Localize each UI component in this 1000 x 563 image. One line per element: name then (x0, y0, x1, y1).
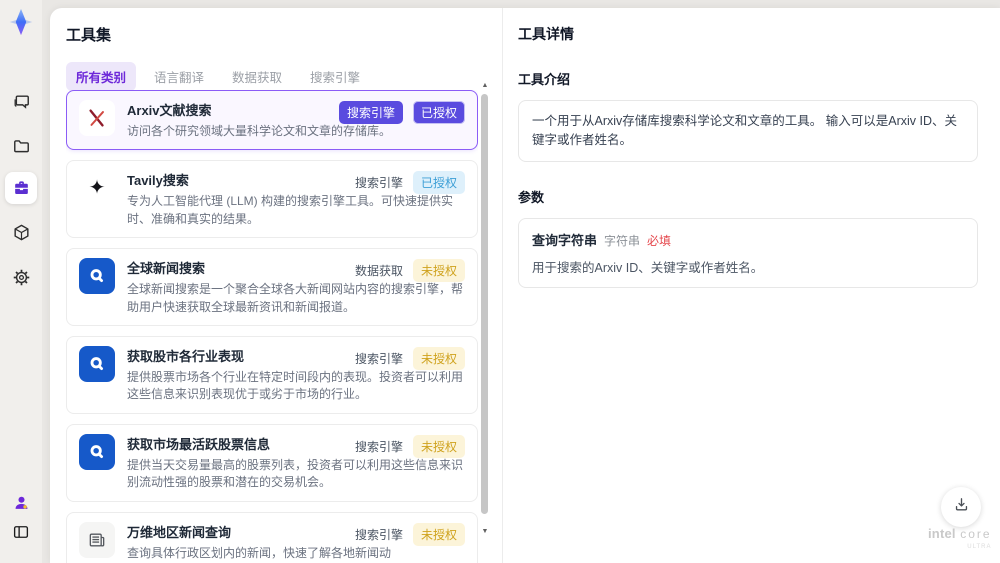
newspaper-icon (79, 521, 115, 558)
main-panel: 工具集 所有类别 语言翻译 数据获取 搜索引擎 Arxiv文献搜索 访问各个研究… (50, 8, 1000, 563)
tool-list: Arxiv文献搜索 访问各个研究领域大量科学论文和文章的存储库。 搜索引擎 已授… (66, 90, 478, 563)
download-icon (953, 496, 970, 518)
tool-description: 全球新闻搜索是一个聚合全球各大新闻网站内容的搜索引擎，帮助用户快速获取全球最新资… (127, 282, 464, 314)
download-button[interactable] (941, 487, 981, 527)
intel-core-logo: intel core ULTRA (928, 525, 992, 550)
auth-status-badge: 已授权 (412, 171, 465, 195)
tavily-star-icon: ✦ (79, 170, 115, 207)
intro-heading: 工具介绍 (518, 72, 571, 87)
param-description: 用于搜索的Arxiv ID、关键字或作者姓名。 (532, 260, 764, 275)
sidebar-item-tools[interactable] (5, 172, 37, 204)
param-type: 字符串 (604, 233, 641, 248)
arxiv-logo-icon (79, 100, 115, 136)
auth-status-badge: 未授权 (412, 346, 465, 370)
sidebar-item-settings[interactable] (5, 261, 37, 293)
folder-icon (12, 137, 31, 156)
sidebar-item-account[interactable] (5, 486, 37, 518)
chat-icon (12, 93, 31, 112)
scrollbar-thumb[interactable] (481, 94, 488, 514)
app-logo-icon (6, 7, 36, 37)
tool-card-tavily[interactable]: ✦ Tavily搜索 专为人工智能代理 (LLM) 构建的搜索引擎工具。可快速提… (66, 160, 478, 239)
sidebar-item-panel-toggle[interactable] (5, 516, 37, 548)
ultra-logo-text: ULTRA (967, 544, 992, 550)
category-label: 搜索引擎 (354, 527, 403, 542)
tab-language-translation[interactable]: 语言翻译 (144, 62, 214, 91)
tool-card-active-stocks[interactable]: 获取市场最活跃股票信息 提供当天交易量最高的股票列表，投资者可以利用这些信息来识… (66, 423, 478, 502)
search-logo-icon (79, 345, 115, 382)
params-heading: 参数 (518, 189, 545, 205)
category-label: 搜索引擎 (354, 351, 403, 366)
briefcase-icon (12, 179, 31, 198)
core-logo-text: core (960, 527, 992, 541)
sidebar-item-models[interactable] (5, 216, 37, 248)
tool-description: 提供股票市场各个行业在特定时间段内的表现。投资者可以利用这些信息来识别表现优于或… (127, 369, 464, 402)
gear-icon (12, 268, 31, 287)
category-badge: 搜索引擎 (338, 101, 403, 124)
tool-card-sector-performance[interactable]: 获取股市各行业表现 提供股票市场各个行业在特定时间段内的表现。投资者可以利用这些… (66, 335, 478, 414)
page-title: 工具集 (66, 27, 112, 44)
intel-logo-text: intel (928, 526, 956, 541)
tool-card-regional-news[interactable]: 万维地区新闻查询 查询具体行政区划内的新闻，快速了解各地新闻动 搜索引擎 未授权 (66, 511, 478, 563)
scroll-down-arrow-icon[interactable]: ▼ (481, 528, 489, 536)
search-logo-icon (79, 258, 115, 295)
cube-icon (12, 223, 31, 242)
category-tabs: 所有类别 语言翻译 数据获取 搜索引擎 (66, 62, 370, 91)
tool-description: 提供当天交易量最高的股票列表，投资者可以利用这些信息来识别流动性强的股票和潜在的… (127, 457, 464, 490)
sidebar-item-chat[interactable] (5, 86, 37, 118)
list-scrollbar[interactable]: ▲ ▼ (479, 82, 491, 552)
tab-data-acquisition[interactable]: 数据获取 (222, 62, 292, 91)
scroll-up-arrow-icon[interactable]: ▲ (481, 82, 489, 90)
category-label: 搜索引擎 (354, 176, 403, 191)
param-box: 查询字符串 字符串 必填 用于搜索的Arxiv ID、关键字或作者姓名。 (518, 217, 978, 288)
tool-description: 查询具体行政区划内的新闻，快速了解各地新闻动 (127, 545, 392, 560)
auth-status-badge: 未授权 (412, 522, 465, 546)
user-icon (12, 493, 31, 512)
tool-description: 专为人工智能代理 (LLM) 构建的搜索引擎工具。可快速提供实时、准确和真实的结… (127, 194, 454, 226)
detail-title: 工具详情 (518, 26, 574, 42)
panel-toggle-icon (12, 523, 30, 541)
tool-description: 访问各个研究领域大量科学论文和文章的存储库。 (127, 124, 392, 138)
tool-detail-panel: 工具详情 工具介绍 一个用于从Arxiv存储库搜索科学论文和文章的工具。 输入可… (503, 8, 1000, 563)
search-logo-icon (79, 433, 115, 470)
tool-list-panel: 工具集 所有类别 语言翻译 数据获取 搜索引擎 Arxiv文献搜索 访问各个研究… (50, 8, 502, 563)
param-required-badge: 必填 (647, 233, 672, 248)
auth-status-badge: 已授权 (412, 101, 465, 124)
left-rail (0, 0, 42, 563)
sidebar-item-files[interactable] (5, 130, 37, 162)
auth-status-badge: 未授权 (412, 434, 465, 458)
tab-search-engine[interactable]: 搜索引擎 (300, 62, 370, 91)
auth-status-badge: 未授权 (412, 259, 465, 283)
category-label: 搜索引擎 (354, 439, 403, 454)
param-name: 查询字符串 (532, 232, 598, 248)
intro-box: 一个用于从Arxiv存储库搜索科学论文和文章的工具。 输入可以是Arxiv ID… (518, 100, 978, 162)
intro-text: 一个用于从Arxiv存储库搜索科学论文和文章的工具。 输入可以是Arxiv ID… (532, 114, 958, 147)
tool-card-global-news[interactable]: 全球新闻搜索 全球新闻搜索是一个聚合全球各大新闻网站内容的搜索引擎，帮助用户快速… (66, 248, 478, 326)
tab-all-categories[interactable]: 所有类别 (66, 62, 137, 91)
tool-card-arxiv[interactable]: Arxiv文献搜索 访问各个研究领域大量科学论文和文章的存储库。 搜索引擎 已授… (66, 90, 478, 151)
category-label: 数据获取 (354, 264, 403, 279)
